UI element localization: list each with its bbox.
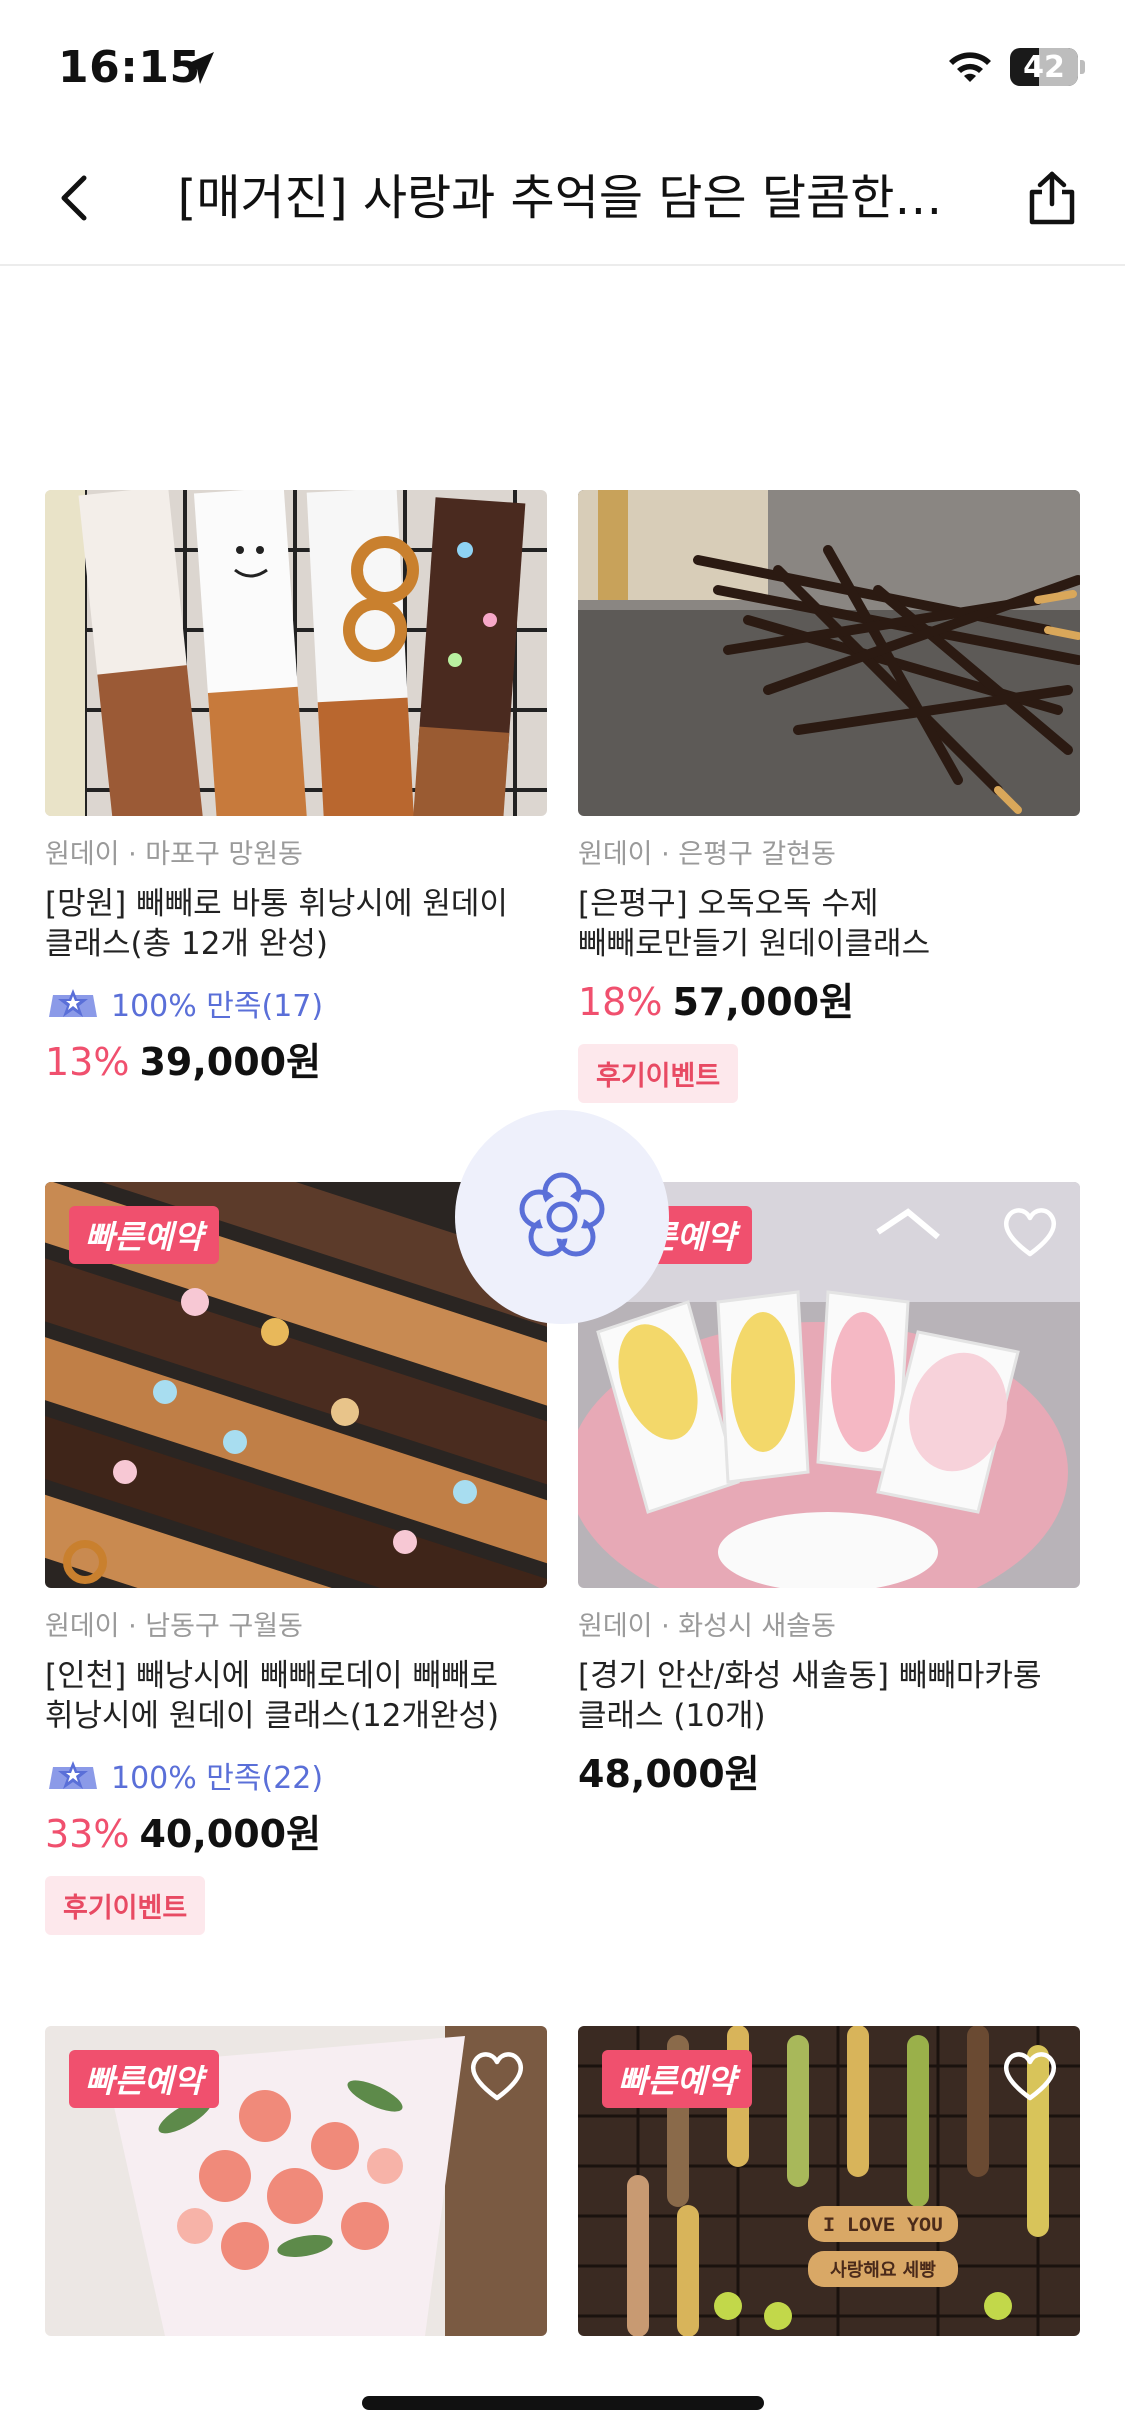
back-button[interactable] <box>36 160 112 236</box>
rating-text: 100% 만족(17) <box>111 989 324 1024</box>
product-title: [인천] 빼낭시에 빼빼로데이 빼빼로 휘낭시에 원데이 클래스(12개완성) <box>45 1656 547 1736</box>
page-title: [매거진] 사랑과 추억을 담은 달콤한… <box>177 170 943 226</box>
product-image[interactable] <box>45 490 547 816</box>
product-title-line: [경기 안산/화성 새솔동] 빼빼마카롱 <box>578 1658 1042 1694</box>
price: 39,000원 <box>139 1040 322 1084</box>
price: 40,000원 <box>139 1812 322 1856</box>
star-badge-icon <box>49 1761 97 1789</box>
discount-rate: 18% <box>578 980 663 1024</box>
status-bar: 16:15 42 <box>0 0 1125 132</box>
product-rating: 100% 만족(22) <box>45 1754 547 1796</box>
product-title: [경기 안산/화성 새솔동] 빼빼마카롱 클래스 (10개) <box>578 1656 1080 1736</box>
product-title-line: [망원] 빼빼로 바통 휘낭시에 원데이 <box>45 886 508 922</box>
star-badge-icon <box>49 989 97 1017</box>
heart-outline-icon[interactable] <box>1000 2048 1060 2104</box>
chevron-left-icon <box>61 175 87 221</box>
product-title: [망원] 빼빼로 바통 휘낭시에 원데이 클래스(총 12개 완성) <box>45 884 547 964</box>
review-event-tag: 후기이벤트 <box>578 1044 739 1103</box>
discount-rate: 13% <box>45 1040 130 1084</box>
heart-outline-icon[interactable] <box>1000 1204 1060 1260</box>
product-card[interactable]: 빠른예약 원데이 · 남동구 구월동 [인천] 빼낭시에 빼빼로데이 빼빼로 휘… <box>45 1182 547 1935</box>
price: 57,000원 <box>672 980 855 1024</box>
product-card[interactable]: I LOVE YOU 사랑해요 세빵 빠른예약 <box>578 2026 1080 2336</box>
discount-rate: 33% <box>45 1812 130 1856</box>
fast-booking-badge: 빠른예약 <box>69 2050 219 2108</box>
home-indicator[interactable] <box>362 2396 764 2410</box>
photo-chocolate-financier-sticks <box>45 490 547 816</box>
location-arrow-icon <box>182 52 214 84</box>
product-rating: 100% 만족(17) <box>45 982 547 1024</box>
product-title-line: [은평구] 오독오독 수제 <box>578 886 879 922</box>
photo-text: I LOVE YOU <box>823 2215 943 2238</box>
price-row: 13% 39,000원 <box>45 1038 547 1086</box>
product-title-line: 휘낭시에 원데이 클래스(12개완성) <box>45 1698 500 1734</box>
product-title-line: [인천] 빼낭시에 빼빼로데이 빼빼로 <box>45 1658 499 1694</box>
product-title-line: 클래스 (10개) <box>578 1698 766 1734</box>
battery-cap <box>1080 60 1085 74</box>
product-card[interactable]: 원데이 · 은평구 갈현동 [은평구] 오독오독 수제 빼빼로만들기 원데이클래… <box>578 490 1080 1103</box>
product-location: 원데이 · 은평구 갈현동 <box>578 839 836 870</box>
flower-icon <box>519 1172 605 1257</box>
fast-booking-badge: 빠른예약 <box>69 1206 219 1264</box>
review-event-tag: 후기이벤트 <box>45 1876 206 1935</box>
product-location: 원데이 · 마포구 망원동 <box>45 839 303 870</box>
share-button[interactable] <box>1012 158 1092 238</box>
product-title-line: 빼빼로만들기 원데이클래스 <box>578 926 931 962</box>
battery-icon: 42 <box>1010 48 1078 86</box>
share-icon <box>1029 171 1075 225</box>
floating-action-button[interactable] <box>455 1110 669 1324</box>
wifi-icon <box>949 52 991 82</box>
product-card[interactable]: 빠른예약 원데이 · 화성시 새솔동 [경기 안산/화성 새솔동] 빼빼마카롱 … <box>578 1182 1080 1798</box>
rating-text: 100% 만족(22) <box>111 1761 324 1796</box>
product-image[interactable] <box>578 490 1080 816</box>
product-card[interactable]: 원데이 · 마포구 망원동 [망원] 빼빼로 바통 휘낭시에 원데이 클래스(총… <box>45 490 547 1086</box>
product-location: 원데이 · 화성시 새솔동 <box>578 1611 836 1642</box>
photo-text: 사랑해요 세빵 <box>830 2260 936 2281</box>
price: 48,000원 <box>578 1752 760 1796</box>
fast-booking-badge: 빠른예약 <box>602 2050 752 2108</box>
product-title: [은평구] 오독오독 수제 빼빼로만들기 원데이클래스 <box>578 884 1080 964</box>
price-row: 48,000원 <box>578 1750 1080 1798</box>
heart-outline-icon[interactable] <box>467 2048 527 2104</box>
photo-chocolate-sticks-pile <box>578 490 1080 816</box>
product-location: 원데이 · 남동구 구월동 <box>45 1611 303 1642</box>
price-row: 33% 40,000원 <box>45 1810 547 1858</box>
product-image[interactable]: 빠른예약 <box>45 2026 547 2336</box>
nav-header: [매거진] 사랑과 추억을 담은 달콤한… <box>0 132 1125 266</box>
battery-percent: 42 <box>1023 50 1065 85</box>
product-card[interactable]: 빠른예약 <box>45 2026 547 2336</box>
product-image[interactable]: I LOVE YOU 사랑해요 세빵 빠른예약 <box>578 2026 1080 2336</box>
product-title-line: 클래스(총 12개 완성) <box>45 926 328 962</box>
price-row: 18% 57,000원 <box>578 978 1080 1026</box>
